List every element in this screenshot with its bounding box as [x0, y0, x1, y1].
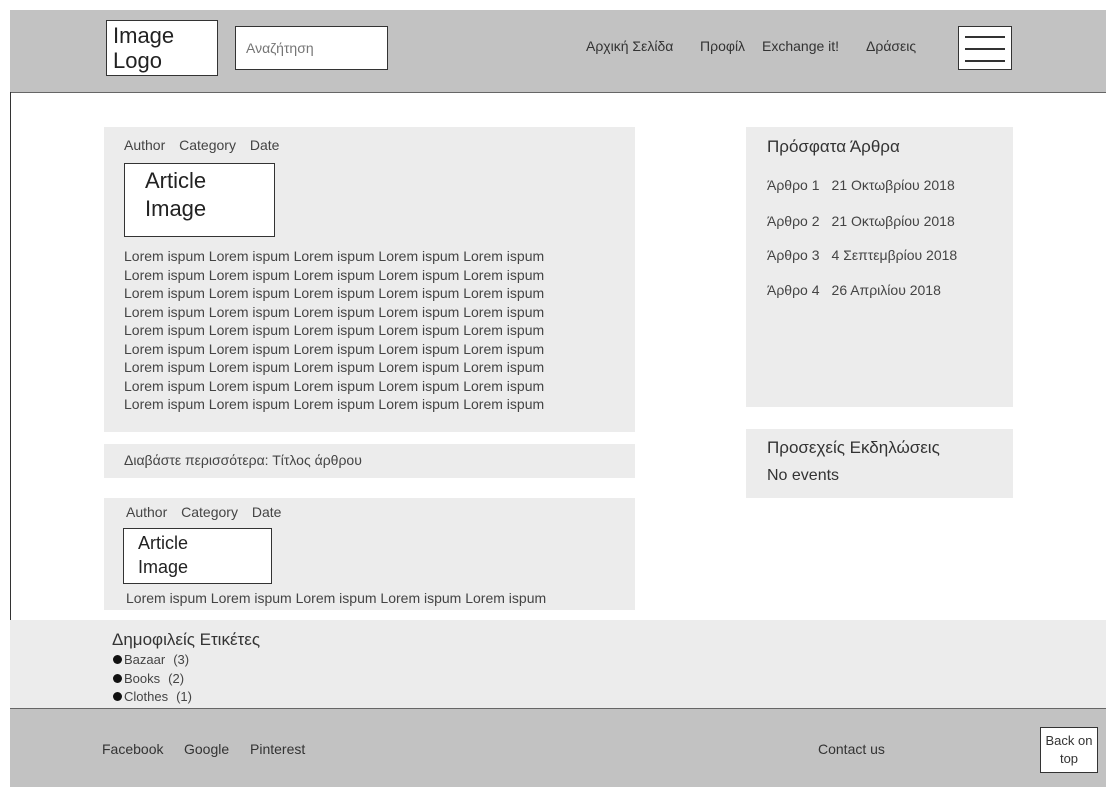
article-author[interactable]: Author [126, 504, 167, 520]
footer-link-google[interactable]: Google [184, 741, 229, 757]
article-date: Date [249, 137, 280, 153]
popular-tags-section: Δημοφιλείς Ετικέτες Bazaar (3) Books (2) C… [10, 620, 1106, 709]
article-image-line-1: Article [145, 168, 207, 193]
recent-article-label: Άρθρο 4 [767, 282, 820, 298]
logo-line-1: Image [113, 23, 175, 48]
recent-article-label: Άρθρο 3 [767, 247, 820, 263]
recent-article-item[interactable]: Άρθρο 3 4 Σεπτεμβρίου 2018 [767, 247, 957, 263]
read-more-link[interactable]: Διαβάστε περισσότερα: Τίτλος άρθρου [124, 452, 362, 468]
article-author[interactable]: Author [124, 137, 165, 153]
article-card-2: Author Category Date Article Image Lorem… [104, 498, 635, 610]
article-text-line: Lorem ispum Lorem ispum Lorem ispum Lore… [124, 359, 545, 375]
article-text-line: Lorem ispum Lorem ispum Lorem ispum Lore… [124, 322, 545, 338]
article-text-line: Lorem ispum Lorem ispum Lorem ispum Lore… [124, 285, 545, 301]
read-more-bar: Διαβάστε περισσότερα: Τίτλος άρθρου [104, 444, 635, 478]
hamburger-bar [965, 60, 1005, 62]
bullet-icon [113, 692, 122, 701]
back-to-top-line-1: Back on [1045, 733, 1093, 748]
tag-item[interactable]: Clothes (1) [113, 689, 192, 704]
article-image-line-2: Image [138, 557, 189, 577]
article-image-line-2: Image [145, 196, 207, 221]
footer-bar: Facebook Google Pinterest Contact us Bac… [10, 709, 1106, 787]
article-image[interactable]: Article Image [124, 163, 275, 237]
article-body: Lorem ispum Lorem ispum Lorem ispum Lore… [126, 589, 546, 608]
article-text-line: Lorem ispum Lorem ispum Lorem ispum Lore… [124, 303, 545, 320]
search-input[interactable] [235, 26, 388, 70]
recent-article-date: 26 Απριλίου 2018 [831, 282, 941, 298]
article-image[interactable]: Article Image [123, 528, 272, 584]
recent-article-date: 21 Οκτωβρίου 2018 [831, 213, 955, 229]
hamburger-bar [965, 36, 1005, 38]
tag-count: (2) [168, 671, 185, 686]
back-to-top-button[interactable]: Back on top [1040, 727, 1098, 773]
recent-articles-title: Πρόσφατα Άρθρα [767, 137, 900, 156]
left-border-line [10, 92, 11, 620]
page: Image Logo Αρχική Σελίδα Προφίλ Exchange… [0, 0, 1106, 787]
nav-home[interactable]: Αρχική Σελίδα [586, 38, 673, 54]
recent-article-label: Άρθρο 2 [767, 213, 820, 229]
no-events-text: No events [767, 467, 840, 484]
article-body: Lorem ispum Lorem ispum Lorem ispum Lore… [124, 247, 544, 414]
tag-name: Clothes [124, 689, 169, 704]
logo-placeholder[interactable]: Image Logo [106, 20, 218, 76]
tag-item[interactable]: Books (2) [113, 671, 184, 686]
tag-count: (3) [173, 652, 190, 667]
article-date: Date [251, 504, 282, 520]
tag-name: Books [124, 671, 161, 686]
nav-actions[interactable]: Δράσεις [866, 38, 916, 54]
article-text-line: Lorem ispum Lorem ispum Lorem ispum Lore… [124, 377, 545, 394]
recent-article-date: 21 Οκτωβρίου 2018 [831, 177, 955, 193]
tag-name: Bazaar [124, 652, 166, 667]
popular-tags-title: Δημοφιλείς Ετικέτες [112, 630, 261, 649]
back-to-top-line-2: top [1059, 751, 1079, 766]
article-category[interactable]: Category [179, 137, 236, 153]
footer-link-facebook[interactable]: Facebook [102, 741, 163, 757]
hamburger-menu-icon[interactable] [958, 26, 1012, 70]
recent-article-label: Άρθρο 1 [767, 177, 820, 193]
article-meta: Author Category Date [124, 137, 289, 153]
article-text-line: Lorem ispum Lorem ispum Lorem ispum Lore… [124, 266, 545, 283]
article-image-line-1: Article [138, 533, 189, 553]
article-text-line: Lorem ispum Lorem ispum Lorem ispum Lore… [126, 590, 547, 606]
hamburger-bar [965, 48, 1005, 50]
nav-profile[interactable]: Προφίλ [700, 38, 745, 54]
recent-articles-panel: Πρόσφατα Άρθρα Άρθρο 1 21 Οκτωβρίου 2018 … [746, 127, 1013, 407]
footer-link-pinterest[interactable]: Pinterest [250, 741, 305, 757]
recent-article-item[interactable]: Άρθρο 2 21 Οκτωβρίου 2018 [767, 213, 955, 229]
bullet-icon [113, 655, 122, 664]
upcoming-events-panel: Προσεχείς Εκδηλώσεις No events [746, 429, 1013, 498]
header-bar: Image Logo Αρχική Σελίδα Προφίλ Exchange… [10, 10, 1106, 93]
upcoming-events-title: Προσεχείς Εκδηλώσεις [767, 438, 940, 457]
recent-article-date: 4 Σεπτεμβρίου 2018 [831, 247, 958, 263]
article-category[interactable]: Category [181, 504, 238, 520]
nav-exchange[interactable]: Exchange it! [762, 38, 839, 54]
bullet-icon [113, 674, 122, 683]
tag-item[interactable]: Bazaar (3) [113, 652, 189, 667]
footer-contact-link[interactable]: Contact us [818, 741, 885, 757]
recent-article-item[interactable]: Άρθρο 4 26 Απριλίου 2018 [767, 282, 941, 298]
logo-line-2: Logo [113, 48, 162, 73]
article-text-line: Lorem ispum Lorem ispum Lorem ispum Lore… [124, 396, 545, 412]
article-card-1: Author Category Date Article Image Lorem… [104, 127, 635, 432]
article-text-line: Lorem ispum Lorem ispum Lorem ispum Lore… [124, 340, 545, 357]
article-meta: Author Category Date [126, 504, 291, 520]
recent-article-item[interactable]: Άρθρο 1 21 Οκτωβρίου 2018 [767, 177, 955, 193]
article-text-line: Lorem ispum Lorem ispum Lorem ispum Lore… [124, 248, 545, 264]
tag-count: (1) [176, 689, 192, 704]
